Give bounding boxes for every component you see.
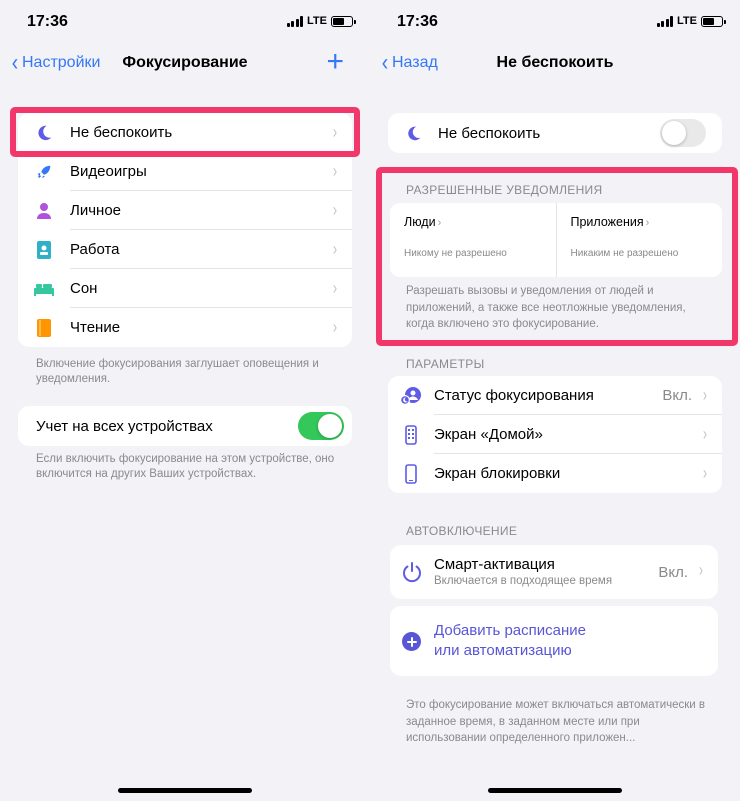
battery-icon <box>701 15 726 27</box>
smart-activation-value: Вкл. <box>658 564 688 581</box>
chevron-right-icon: › <box>332 317 338 337</box>
focus-status-value: Вкл. <box>662 387 692 404</box>
focus-item-reading[interactable]: Чтение › <box>18 308 352 347</box>
chevron-right-icon: › <box>702 424 708 444</box>
status-time: 17:36 <box>27 13 68 30</box>
home-screen-icon <box>388 424 434 445</box>
focus-status-label: Статус фокусирования <box>434 387 594 404</box>
network-type: LTE <box>307 15 327 27</box>
status-time: 17:36 <box>397 13 438 30</box>
focus-item-label: Чтение <box>70 319 121 336</box>
network-type: LTE <box>677 15 697 27</box>
chevron-right-icon: › <box>332 278 338 298</box>
dnd-label: Не беспокоить <box>438 124 541 142</box>
chevron-right-icon: › <box>332 239 338 259</box>
add-circle-icon <box>402 632 421 651</box>
chevron-right-icon: › <box>332 122 338 142</box>
nav-bar: ‹ Настройки Фокусирование + <box>0 44 370 84</box>
allowed-people-title: Люди <box>404 215 436 229</box>
allowed-notifications-header: РАЗРЕШЕННЫЕ УВЕДОМЛЕНИЯ <box>406 183 603 197</box>
chevron-right-icon: › <box>702 385 708 405</box>
dnd-toggle-cell: Не беспокоить <box>388 113 722 153</box>
focus-item-label: Видеоигры <box>70 163 147 180</box>
allowed-apps-button[interactable]: Приложения › Никаким не разрешено <box>555 203 723 277</box>
page-title: Не беспокоить <box>496 54 614 71</box>
focus-item-label: Сон <box>70 280 98 297</box>
allowed-apps-title: Приложения <box>570 215 644 229</box>
cellular-signal-icon <box>286 15 304 27</box>
focus-item-do-not-disturb[interactable]: Не беспокоить › <box>18 113 352 152</box>
share-across-devices-label: Учет на всех устройствах <box>36 417 213 435</box>
chevron-right-icon: › <box>645 217 650 229</box>
smart-activation-row[interactable]: Смарт-активация Включается в подходящее … <box>390 545 718 599</box>
focus-item-label: Не беспокоить <box>70 124 173 141</box>
add-focus-button[interactable]: + <box>326 47 344 77</box>
focus-item-gaming[interactable]: Видеоигры › <box>18 152 352 191</box>
allowed-people-subtitle: Никому не разрешено <box>404 248 507 259</box>
share-footnote: Если включить фокусирование на этом устр… <box>36 453 335 480</box>
focus-status-icon <box>388 386 434 406</box>
focus-item-label: Личное <box>70 202 122 219</box>
home-indicator <box>118 788 252 793</box>
lock-screen-label: Экран блокировки <box>434 465 561 482</box>
power-icon <box>390 545 434 599</box>
chevron-right-icon: › <box>437 217 442 229</box>
nav-bar: ‹ Назад Не беспокоить <box>370 44 740 84</box>
smart-activation-title: Смарт-активация <box>434 556 555 573</box>
cellular-signal-icon <box>656 15 674 27</box>
page-title: Фокусирование <box>122 54 248 71</box>
focus-footnote: Включение фокусирования заглушает оповещ… <box>36 358 319 385</box>
focus-item-personal[interactable]: Личное › <box>18 191 352 230</box>
auto-enable-header: АВТОВКЛЮЧЕНИЕ <box>406 524 518 538</box>
allowed-people-button[interactable]: Люди › Никому не разрешено <box>390 203 556 277</box>
chevron-right-icon: › <box>702 463 708 483</box>
home-indicator <box>488 788 622 793</box>
share-across-devices-toggle[interactable] <box>298 412 344 440</box>
bed-icon <box>18 282 70 296</box>
allowed-notifications-note: Разрешать вызовы и уведомления от людей … <box>406 285 686 330</box>
params-header: ПАРАМЕТРЫ <box>406 357 485 371</box>
add-schedule-button[interactable]: Добавить расписание или автоматизацию <box>390 606 718 676</box>
moon-icon <box>18 124 70 142</box>
status-bar: 17:36 LTE <box>0 0 370 44</box>
dnd-toggle[interactable] <box>660 119 706 147</box>
home-screen-label: Экран «Домой» <box>434 426 543 443</box>
lock-screen-icon <box>388 463 434 484</box>
do-not-disturb-screen: 17:36 LTE ‹ Назад Не беспокоить Не беспо… <box>370 0 740 801</box>
home-screen-row[interactable]: Экран «Домой» › <box>388 415 722 454</box>
book-icon <box>18 318 70 337</box>
share-across-devices-cell: Учет на всех устройствах <box>18 406 352 446</box>
allowed-notifications-card: Люди › Никому не разрешено Приложения › Ни… <box>390 203 722 277</box>
chevron-right-icon: › <box>332 200 338 220</box>
status-bar: 17:36 LTE <box>370 0 740 44</box>
focus-item-label: Работа <box>70 241 120 258</box>
rocket-icon <box>18 163 70 181</box>
moon-icon <box>388 125 438 142</box>
badge-icon <box>18 240 70 259</box>
auto-footnote: Это фокусирование может включаться автом… <box>406 699 706 744</box>
focus-modes-list: Не беспокоить › Видеоигры › Личное › Раб… <box>18 113 352 347</box>
chevron-right-icon: › <box>332 161 338 181</box>
params-list: Статус фокусирования Вкл. › Экран «Домой… <box>388 376 722 493</box>
focus-status-row[interactable]: Статус фокусирования Вкл. › <box>388 376 722 415</box>
focus-item-work[interactable]: Работа › <box>18 230 352 269</box>
allowed-apps-subtitle: Никаким не разрешено <box>570 248 679 259</box>
focus-item-sleep[interactable]: Сон › <box>18 269 352 308</box>
smart-activation-subtitle: Включается в подходящее время <box>434 575 613 587</box>
person-icon <box>18 202 70 220</box>
lock-screen-row[interactable]: Экран блокировки › <box>388 454 722 493</box>
add-schedule-label-line1: Добавить расписание <box>434 622 586 639</box>
chevron-right-icon: › <box>698 560 704 580</box>
add-schedule-label-line2: или автоматизацию <box>434 642 572 659</box>
battery-icon <box>331 15 356 27</box>
focus-list-screen: 17:36 LTE ‹ Настройки Фокусирование + Не… <box>0 0 370 801</box>
